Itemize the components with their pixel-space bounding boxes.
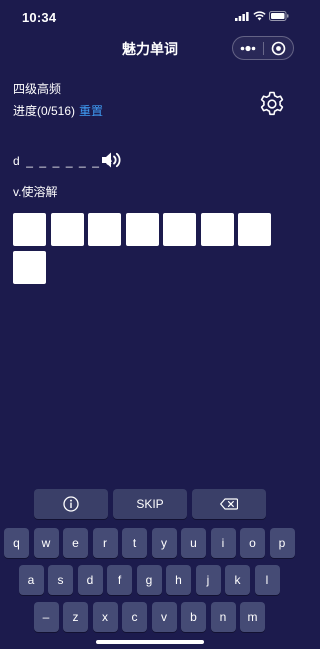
capsule-divider <box>263 42 264 55</box>
home-indicator <box>96 640 204 644</box>
key-m[interactable]: m <box>240 602 265 632</box>
progress-text: 进度(0/516) <box>13 104 76 118</box>
level-title: 四级高频 <box>13 82 62 96</box>
key-b[interactable]: b <box>181 602 206 632</box>
letter-box[interactable] <box>88 213 121 246</box>
status-bar: 10:34 <box>0 0 300 34</box>
key-q[interactable]: q <box>4 528 29 558</box>
key-o[interactable]: o <box>240 528 265 558</box>
letter-box[interactable] <box>50 213 84 246</box>
key-u[interactable]: u <box>181 528 206 558</box>
letter-box[interactable] <box>163 213 196 246</box>
word-meaning: v.使溶解 <box>13 185 58 199</box>
hint-key[interactable] <box>34 489 108 519</box>
reset-link[interactable]: 重置 <box>79 104 103 118</box>
keyboard: SKIP q w e r t y u i o p a s d f g h j k… <box>0 483 300 649</box>
key-a[interactable]: a <box>18 565 44 595</box>
key-y[interactable]: y <box>151 528 177 558</box>
letter-box[interactable] <box>13 213 46 246</box>
info-icon <box>63 496 79 512</box>
letter-box[interactable] <box>200 213 234 246</box>
key-h[interactable]: h <box>166 565 191 595</box>
letter-box[interactable] <box>125 213 159 246</box>
key-t[interactable]: t <box>122 528 147 558</box>
target-icon[interactable] <box>271 41 286 56</box>
key-dash[interactable]: – <box>33 602 59 632</box>
key-d[interactable]: d <box>77 565 103 595</box>
backspace-key[interactable] <box>192 489 266 519</box>
key-f[interactable]: f <box>107 565 132 595</box>
key-z[interactable]: z <box>63 602 88 632</box>
battery-icon <box>269 11 289 21</box>
letter-box[interactable] <box>13 251 46 284</box>
wifi-icon <box>253 11 266 21</box>
key-i[interactable]: i <box>210 528 236 558</box>
key-k[interactable]: k <box>225 565 250 595</box>
progress-row: 进度(0/516) 重置 <box>13 102 103 119</box>
key-j[interactable]: j <box>195 565 221 595</box>
skip-key[interactable]: SKIP <box>113 489 187 519</box>
key-w[interactable]: w <box>33 528 59 558</box>
key-p[interactable]: p <box>269 528 295 558</box>
key-c[interactable]: c <box>122 602 147 632</box>
status-time: 10:34 <box>22 10 57 25</box>
key-n[interactable]: n <box>210 602 236 632</box>
key-x[interactable]: x <box>92 602 118 632</box>
signal-icon <box>235 12 249 21</box>
word-hint: d _ _ _ _ _ _ e <box>13 154 114 168</box>
key-v[interactable]: v <box>151 602 177 632</box>
mini-program-capsule <box>232 36 294 60</box>
gear-icon[interactable] <box>259 91 285 117</box>
key-s[interactable]: s <box>48 565 73 595</box>
key-r[interactable]: r <box>92 528 118 558</box>
backspace-icon <box>220 498 238 510</box>
speaker-icon[interactable] <box>101 151 123 169</box>
key-e[interactable]: e <box>63 528 88 558</box>
more-icon[interactable] <box>239 42 257 55</box>
key-l[interactable]: l <box>254 565 280 595</box>
letter-box[interactable] <box>238 213 271 246</box>
key-g[interactable]: g <box>136 565 162 595</box>
